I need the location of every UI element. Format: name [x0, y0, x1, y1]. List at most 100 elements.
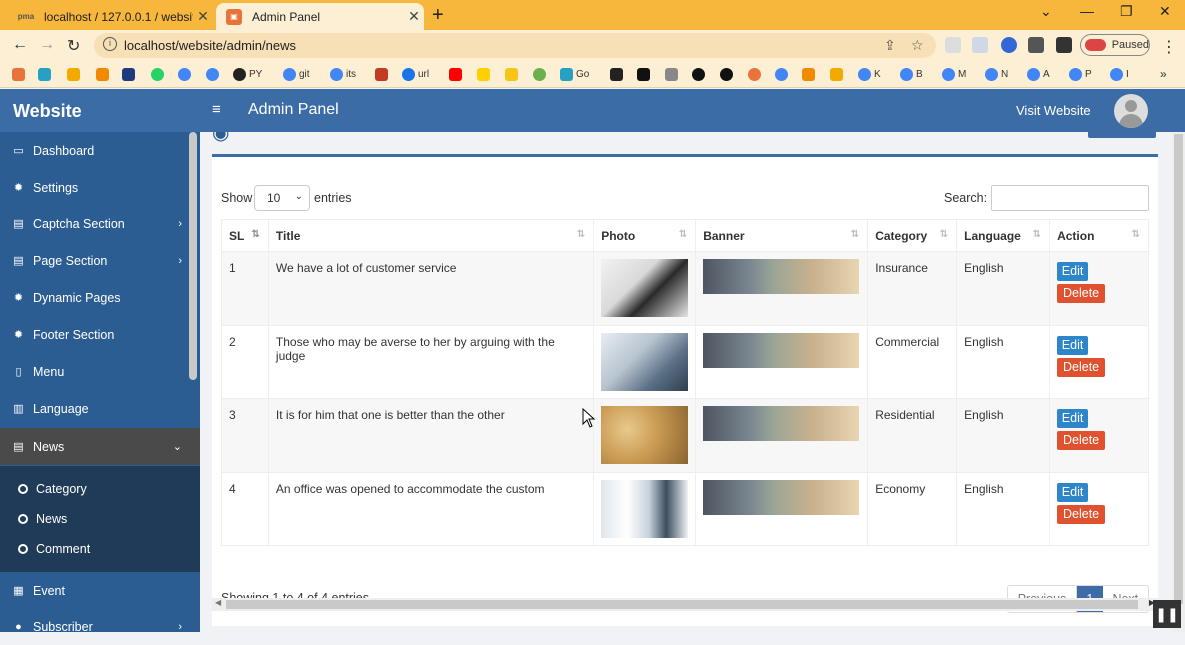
i-bookmark[interactable]: I: [1110, 67, 1129, 81]
sidebar-scrollbar[interactable]: [189, 132, 197, 380]
star-icon[interactable]: ☆: [911, 37, 924, 54]
brand-title[interactable]: Website: [13, 101, 82, 122]
bookmark-icon[interactable]: [720, 67, 736, 81]
a-bookmark[interactable]: A: [1027, 67, 1050, 81]
bookmark-icon[interactable]: [692, 67, 708, 81]
info-icon[interactable]: i: [103, 37, 117, 51]
bookmark-icon[interactable]: [533, 67, 549, 81]
sidebar-item-news[interactable]: ▤ News ⌄: [0, 428, 200, 465]
url-bookmark[interactable]: url: [402, 67, 429, 81]
close-window-icon[interactable]: ✕: [1159, 3, 1171, 20]
edit-button[interactable]: Edit: [1057, 483, 1089, 502]
close-tab-icon[interactable]: ✕: [193, 8, 213, 25]
horizontal-scrollbar[interactable]: ◀ ▶: [212, 598, 1158, 611]
sidebar-item-captcha[interactable]: ▤ Captcha Section ›: [0, 205, 200, 242]
delete-button[interactable]: Delete: [1057, 358, 1106, 377]
edit-button[interactable]: Edit: [1057, 336, 1089, 355]
bookmark-icon[interactable]: [748, 67, 764, 81]
sidebar-item-footer[interactable]: ✹ Footer Section: [0, 316, 200, 353]
bookmark-icon[interactable]: [375, 67, 391, 81]
url-text[interactable]: localhost/website/admin/news: [124, 38, 296, 53]
tab-search-icon[interactable]: ⌄: [1040, 3, 1052, 20]
extension-icon[interactable]: [1001, 37, 1017, 53]
edit-button[interactable]: Edit: [1057, 262, 1089, 281]
sidebar-item-event[interactable]: ▦ Event: [0, 572, 200, 609]
sidebar-item-settings[interactable]: ✹ Settings: [0, 169, 200, 206]
github-bookmark[interactable]: PY: [233, 67, 262, 81]
reload-icon[interactable]: ↻: [67, 36, 80, 56]
new-tab-icon[interactable]: +: [432, 4, 444, 27]
share-icon[interactable]: ⇪: [884, 37, 896, 54]
submenu-item-news[interactable]: News: [18, 512, 67, 526]
go-bookmark[interactable]: Go: [560, 67, 589, 81]
delete-button[interactable]: Delete: [1057, 431, 1106, 450]
sidepanel-icon[interactable]: [1056, 37, 1072, 53]
n-bookmark[interactable]: N: [985, 67, 1008, 81]
sidebar-item-page-section[interactable]: ▤ Page Section ›: [0, 242, 200, 279]
hamburger-menu-icon[interactable]: ≡: [212, 101, 221, 118]
column-header-sl[interactable]: SL ⇅: [221, 219, 269, 252]
column-header-banner[interactable]: Banner ⇅: [695, 219, 869, 252]
puzzle-icon[interactable]: [1028, 37, 1044, 53]
whatsapp-icon[interactable]: [151, 67, 167, 81]
menu-kebab-icon[interactable]: ⋮: [1161, 37, 1177, 57]
pause-icon[interactable]: ❚❚: [1153, 600, 1181, 628]
more-bookmarks-icon[interactable]: »: [1160, 67, 1167, 81]
k-bookmark[interactable]: K: [858, 67, 881, 81]
sidebar-item-menu[interactable]: ▯ Menu: [0, 353, 200, 390]
column-header-category[interactable]: Category ⇅: [867, 219, 958, 252]
back-icon[interactable]: ←: [12, 36, 28, 54]
restore-icon[interactable]: ❐: [1120, 3, 1133, 20]
page-scrollbar[interactable]: [1172, 132, 1185, 632]
minimize-icon[interactable]: —: [1080, 3, 1094, 19]
sidebar-item-dashboard[interactable]: ▭ Dashboard: [0, 132, 200, 169]
bookmark-icon[interactable]: [637, 67, 653, 81]
bookmark-icon[interactable]: [665, 67, 681, 81]
visit-website-link[interactable]: Visit Website: [1016, 103, 1091, 118]
scrollbar-thumb[interactable]: [226, 600, 1138, 609]
tab-admin-panel[interactable]: ▣ Admin Panel ✕: [216, 3, 424, 30]
column-header-language[interactable]: Language ⇅: [956, 219, 1051, 252]
forward-icon[interactable]: →: [39, 36, 55, 54]
bookmark-icon[interactable]: [67, 67, 83, 81]
bookmark-icon[interactable]: [96, 67, 112, 81]
bookmark-icon[interactable]: [610, 67, 626, 81]
bookmark-icon[interactable]: [12, 67, 28, 81]
bookmark-icon[interactable]: [802, 67, 818, 81]
bookmark-icon[interactable]: [122, 67, 138, 81]
bookmark-icon[interactable]: [38, 67, 54, 81]
column-header-title[interactable]: Title ⇅: [267, 219, 595, 252]
column-header-action[interactable]: Action ⇅: [1049, 219, 1149, 252]
google-icon[interactable]: [178, 67, 194, 81]
edit-button[interactable]: Edit: [1057, 409, 1089, 428]
close-tab-icon[interactable]: ✕: [404, 8, 424, 25]
bookmark-icon[interactable]: [505, 67, 521, 81]
panda-extension-icon[interactable]: [945, 37, 961, 53]
address-bar[interactable]: i localhost/website/admin/news ⇪ ☆: [94, 33, 936, 58]
google-icon[interactable]: [775, 67, 791, 81]
column-header-photo[interactable]: Photo ⇅: [593, 219, 697, 252]
sidebar-item-language[interactable]: ▥ Language: [0, 390, 200, 427]
m-bookmark[interactable]: M: [942, 67, 966, 81]
b-bookmark[interactable]: B: [900, 67, 923, 81]
extension-icon[interactable]: [972, 37, 988, 53]
submenu-item-category[interactable]: Category: [18, 482, 87, 496]
scroll-left-icon[interactable]: ◀: [215, 598, 221, 607]
entries-select[interactable]: 10 ⌄: [254, 185, 310, 211]
submenu-item-comment[interactable]: Comment: [18, 542, 90, 556]
sidebar-item-subscriber[interactable]: ● Subscriber ›: [0, 608, 200, 645]
its-bookmark[interactable]: its: [330, 67, 356, 81]
google-icon[interactable]: [206, 67, 222, 81]
youtube-icon[interactable]: [449, 67, 465, 81]
profile-button[interactable]: Paused: [1080, 34, 1150, 56]
git-bookmark[interactable]: git: [283, 67, 310, 81]
sidebar-item-dynamic-pages[interactable]: ✹ Dynamic Pages: [0, 279, 200, 316]
delete-button[interactable]: Delete: [1057, 505, 1106, 524]
add-news-button[interactable]: [1088, 132, 1156, 138]
tab-phpmyadmin[interactable]: pma localhost / 127.0.0.1 / website / t …: [8, 3, 213, 30]
user-avatar[interactable]: [1114, 94, 1148, 128]
delete-button[interactable]: Delete: [1057, 284, 1106, 303]
bookmark-icon[interactable]: [477, 67, 493, 81]
p-bookmark[interactable]: P: [1069, 67, 1092, 81]
bookmark-icon[interactable]: [830, 67, 846, 81]
